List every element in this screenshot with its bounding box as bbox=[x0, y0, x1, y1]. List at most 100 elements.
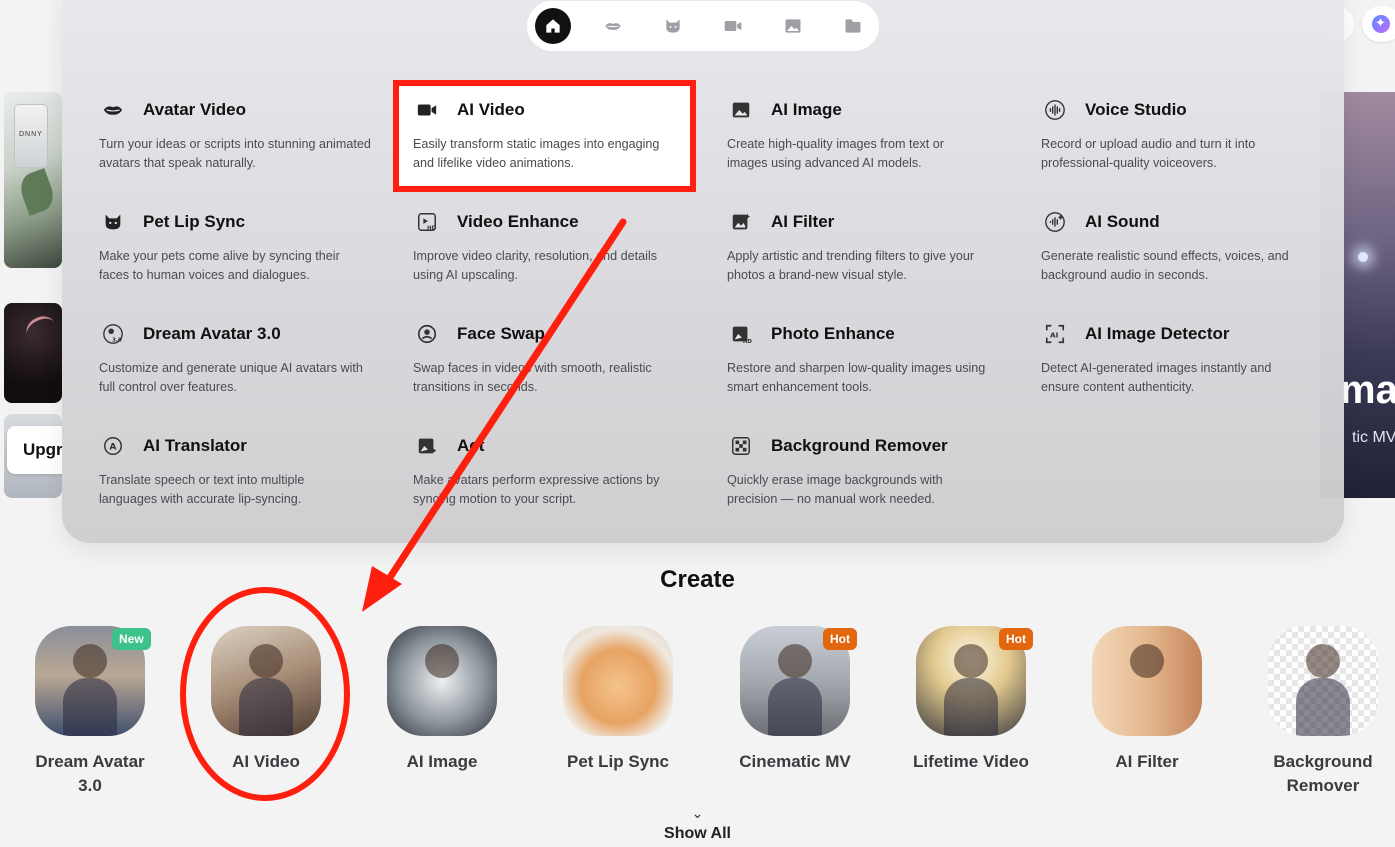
card-label: Pet Lip Sync bbox=[566, 752, 670, 771]
create-card-lifetime-video[interactable]: Lifetime Video bbox=[883, 626, 1059, 774]
person-silhouette bbox=[425, 644, 459, 678]
feature-dream-avatar[interactable]: 3.0 Dream Avatar 3.0 Customize and gener… bbox=[99, 320, 399, 397]
feature-title: AI Translator bbox=[143, 436, 247, 455]
feature-description: Make your pets come alive by syncing the… bbox=[99, 249, 340, 282]
nav-video-button[interactable] bbox=[715, 8, 751, 44]
feature-title: Background Remover bbox=[771, 436, 948, 455]
feature-title: Voice Studio bbox=[1085, 100, 1187, 119]
nav-pet-button[interactable] bbox=[655, 8, 691, 44]
feature-face-swap[interactable]: Face Swap Swap faces in videos with smoo… bbox=[413, 320, 713, 397]
lips-icon bbox=[99, 96, 127, 124]
leaf-image bbox=[16, 168, 58, 216]
feature-description: Generate realistic sound effects, voices… bbox=[1041, 249, 1289, 282]
create-card-dream-avatar[interactable]: Dream Avatar 3.0 bbox=[2, 626, 178, 798]
show-all-label: Show All bbox=[664, 825, 731, 842]
hot-badge: Hot bbox=[999, 628, 1033, 650]
nav-home-button[interactable] bbox=[535, 8, 571, 44]
svg-text:HD: HD bbox=[743, 339, 752, 345]
feature-ai-image[interactable]: AI Image Create high-quality images from… bbox=[727, 96, 1027, 173]
feature-title: Photo Enhance bbox=[771, 324, 895, 343]
person-silhouette bbox=[1130, 644, 1164, 678]
feature-ai-sound[interactable]: AI Sound Generate realistic sound effect… bbox=[1041, 208, 1341, 285]
light-glow bbox=[1358, 252, 1368, 262]
card-label: Lifetime Video bbox=[913, 752, 1029, 771]
svg-text:A: A bbox=[109, 442, 117, 453]
background-remover-icon bbox=[727, 432, 755, 460]
card-thumbnail bbox=[387, 626, 497, 736]
create-card-ai-filter[interactable]: AI Filter bbox=[1059, 626, 1235, 774]
feature-avatar-video[interactable]: Avatar Video Turn your ideas or scripts … bbox=[99, 96, 399, 173]
feature-title: Act bbox=[457, 436, 485, 455]
show-all-button[interactable]: ⌄ Show All bbox=[0, 806, 1395, 843]
cat-icon bbox=[99, 208, 127, 236]
card-label: Dream Avatar 3.0 bbox=[35, 752, 145, 795]
act-icon bbox=[413, 432, 441, 460]
sparkle-icon bbox=[1372, 15, 1390, 33]
card-label: AI Filter bbox=[1115, 752, 1179, 771]
sound-icon bbox=[1041, 208, 1069, 236]
feature-description: Detect AI-generated images instantly and… bbox=[1041, 361, 1272, 394]
feature-title: Dream Avatar 3.0 bbox=[143, 324, 281, 343]
wing-image bbox=[22, 311, 60, 347]
feature-act[interactable]: Act Make avatars perform expressive acti… bbox=[413, 432, 713, 509]
feature-ai-filter[interactable]: AI Filter Apply artistic and trending fi… bbox=[727, 208, 1027, 285]
image-icon bbox=[785, 19, 801, 33]
create-card-pet-lip-sync[interactable]: Pet Lip Sync bbox=[530, 626, 706, 774]
perfume-bottle-image: DNNY bbox=[14, 104, 48, 168]
feature-ai-image-detector[interactable]: AI AI Image Detector Detect AI-generated… bbox=[1041, 320, 1341, 397]
feature-title: Avatar Video bbox=[143, 100, 246, 119]
video-hd-icon: HD bbox=[413, 208, 441, 236]
feature-title: Face Swap bbox=[457, 324, 545, 343]
create-card-cinematic-mv[interactable]: Cinematic MV bbox=[707, 626, 883, 774]
feature-background-remover[interactable]: Background Remover Quickly erase image b… bbox=[727, 432, 1027, 509]
ai-detector-icon: AI bbox=[1041, 320, 1069, 348]
feature-photo-enhance[interactable]: HD Photo Enhance Restore and sharpen low… bbox=[727, 320, 1027, 397]
card-thumbnail bbox=[211, 626, 321, 736]
filter-icon bbox=[727, 208, 755, 236]
feature-description: Make avatars perform expressive actions … bbox=[413, 473, 660, 506]
feature-description: Translate speech or text into multiple l… bbox=[99, 473, 305, 506]
card-label: Background Remover bbox=[1273, 752, 1373, 795]
feature-description: Create high-quality images from text or … bbox=[727, 137, 944, 170]
waveform-icon bbox=[1041, 96, 1069, 124]
ai-assistant-button[interactable] bbox=[1362, 6, 1395, 42]
hero-thumbnail-wings[interactable] bbox=[4, 303, 62, 403]
feature-description: Quickly erase image backgrounds with pre… bbox=[727, 473, 943, 506]
person-silhouette bbox=[73, 644, 107, 678]
create-card-background-remover[interactable]: Background Remover bbox=[1235, 626, 1395, 798]
card-label: Cinematic MV bbox=[739, 752, 851, 771]
create-card-ai-video[interactable]: AI Video bbox=[178, 626, 354, 774]
feature-title: AI Sound bbox=[1085, 212, 1160, 231]
person-silhouette bbox=[778, 644, 812, 678]
hot-badge: Hot bbox=[823, 628, 857, 650]
feature-title: AI Video bbox=[457, 100, 525, 119]
feature-voice-studio[interactable]: Voice Studio Record or upload audio and … bbox=[1041, 96, 1341, 173]
feature-pet-lip-sync[interactable]: Pet Lip Sync Make your pets come alive b… bbox=[99, 208, 399, 285]
person-body bbox=[944, 678, 998, 736]
folder-icon bbox=[845, 19, 861, 33]
feature-ai-video[interactable]: AI Video Easily transform static images … bbox=[413, 96, 713, 173]
feature-video-enhance[interactable]: HD Video Enhance Improve video clarity, … bbox=[413, 208, 713, 285]
create-section-title: Create bbox=[660, 566, 735, 593]
feature-title: AI Image Detector bbox=[1085, 324, 1230, 343]
card-thumbnail bbox=[1092, 626, 1202, 736]
feature-title: Video Enhance bbox=[457, 212, 579, 231]
card-label: AI Video bbox=[232, 752, 300, 771]
create-card-ai-image[interactable]: AI Image bbox=[354, 626, 530, 774]
feature-ai-translator[interactable]: A AI Translator Translate speech or text… bbox=[99, 432, 399, 509]
bottle-label: DNNY bbox=[19, 131, 43, 138]
person-silhouette bbox=[249, 644, 283, 678]
feature-title: AI Filter bbox=[771, 212, 835, 231]
hero-title-fragment: ma bbox=[1340, 368, 1395, 412]
card-thumbnail bbox=[1268, 626, 1378, 736]
hero-thumbnail-perfume[interactable]: DNNY bbox=[4, 92, 62, 268]
nav-image-button[interactable] bbox=[775, 8, 811, 44]
feature-description: Turn your ideas or scripts into stunning… bbox=[99, 137, 371, 170]
feature-description: Apply artistic and trending filters to g… bbox=[727, 249, 975, 282]
card-thumbnail bbox=[563, 626, 673, 736]
nav-folder-button[interactable] bbox=[835, 8, 871, 44]
person-silhouette bbox=[954, 644, 988, 678]
feature-title: Pet Lip Sync bbox=[143, 212, 246, 231]
nav-avatar-button[interactable] bbox=[595, 8, 631, 44]
feature-description: Improve video clarity, resolution, and d… bbox=[413, 249, 658, 282]
